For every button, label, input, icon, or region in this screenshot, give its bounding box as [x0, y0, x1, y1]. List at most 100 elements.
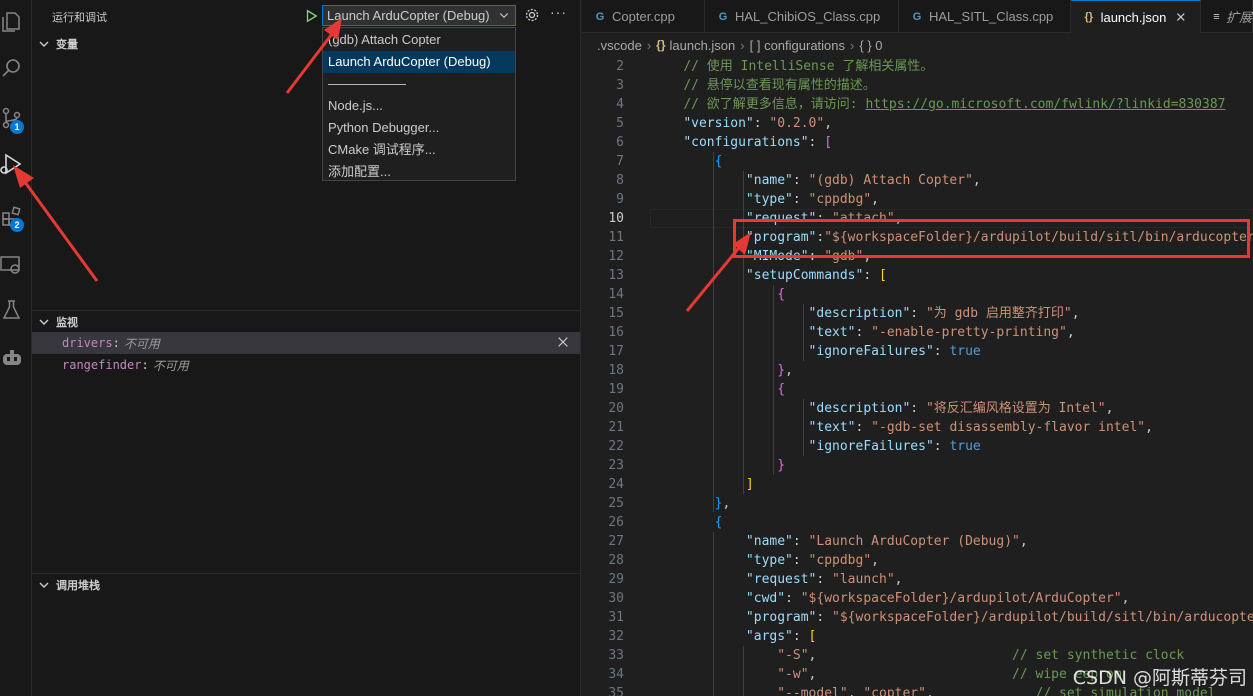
code-line: "-w", // wipe eeprom: [777, 667, 1122, 682]
code-line: "configurations": [: [683, 135, 833, 150]
close-icon[interactable]: [556, 335, 570, 349]
json-file-icon: {}: [656, 38, 666, 52]
line-number: 19: [608, 382, 624, 397]
line-number: 29: [608, 572, 624, 587]
more-actions-icon[interactable]: ···: [550, 4, 568, 22]
editor-tabs: G Copter.cpp G HAL_ChibiOS_Class.cpp G H…: [582, 0, 1253, 33]
watch-section-header[interactable]: 监视: [32, 310, 581, 332]
line-number: 24: [608, 477, 624, 492]
code-line: "ignoreFailures": true: [808, 344, 981, 359]
line-number: 2: [616, 59, 624, 74]
watch-item[interactable]: rangefinder: 不可用: [32, 354, 580, 376]
json-file-icon: {}: [1084, 11, 1094, 23]
code-line: // 使用 IntelliSense 了解相关属性。: [683, 59, 934, 74]
tab-label: Copter.cpp: [612, 9, 675, 24]
watch-expression: drivers: [62, 336, 113, 350]
line-number: 23: [608, 458, 624, 473]
extensions-tab-icon: ≡: [1213, 10, 1220, 23]
code-line: "setupCommands": [: [745, 268, 887, 283]
code-line: ]: [745, 477, 754, 492]
dropdown-item[interactable]: 添加配置...: [323, 161, 515, 183]
line-number: 14: [608, 287, 624, 302]
code-line: "name": "(gdb) Attach Copter",: [745, 173, 981, 188]
tab-extensions[interactable]: ≡ 扩展: [1201, 0, 1253, 33]
code-line: "request": "launch",: [745, 572, 903, 587]
launch-config-dropdown: (gdb) Attach Copter Launch ArduCopter (D…: [322, 27, 516, 181]
source-control-badge: 1: [10, 120, 24, 134]
dropdown-separator: ——————: [328, 76, 406, 91]
code-line: },: [714, 496, 731, 511]
annotation-highlight-box: [733, 219, 1250, 258]
code-line: },: [777, 363, 793, 378]
code-line: // 欲了解更多信息，请访问: https://go.microsoft.com…: [683, 97, 1226, 112]
dropdown-item[interactable]: Node.js...: [323, 95, 515, 117]
launch-config-value: Launch ArduCopter (Debug): [327, 8, 490, 23]
tab-launch-json[interactable]: {} launch.json: [1071, 0, 1201, 33]
code-line: "text": "-enable-pretty-printing",: [808, 325, 1075, 340]
cpp-file-icon: G: [912, 10, 922, 23]
explorer-icon[interactable]: [0, 2, 32, 42]
code-line: {: [714, 154, 723, 169]
code-line: "text": "-gdb-set disassembly-flavor int…: [808, 420, 1153, 435]
breadcrumb-item[interactable]: { } 0: [859, 38, 882, 53]
line-number: 31: [608, 610, 624, 625]
testing-icon[interactable]: [0, 290, 32, 330]
start-debugging-button[interactable]: [302, 6, 320, 26]
line-number: 28: [608, 553, 624, 568]
line-number: 26: [608, 515, 624, 530]
tab-copter-cpp[interactable]: G Copter.cpp: [582, 0, 705, 33]
dropdown-item[interactable]: CMake 调试程序...: [323, 139, 515, 161]
line-number: 13: [608, 268, 624, 283]
extensions-icon[interactable]: 2: [0, 196, 32, 236]
gear-icon[interactable]: [524, 7, 540, 23]
code-editor[interactable]: 2 // 使用 IntelliSense 了解相关属性。 3 // 悬停以查看现…: [582, 57, 1253, 696]
dropdown-item[interactable]: (gdb) Attach Copter: [323, 29, 515, 51]
breadcrumb-item[interactable]: launch.json: [670, 38, 736, 53]
tab-hal-chibios[interactable]: G HAL_ChibiOS_Class.cpp: [705, 0, 899, 33]
code-line: {: [777, 382, 786, 397]
callstack-section-label: 调用堆栈: [56, 579, 100, 592]
line-number: 9: [616, 192, 624, 207]
line-number: 6: [616, 135, 624, 150]
close-icon[interactable]: [1174, 10, 1188, 24]
tab-label: HAL_ChibiOS_Class.cpp: [735, 9, 881, 24]
sidebar-title: 运行和调试: [52, 12, 107, 24]
line-number: 10: [608, 211, 624, 226]
remote-explorer-icon[interactable]: [0, 244, 32, 284]
source-control-icon[interactable]: 1: [0, 98, 32, 138]
code-line: {: [777, 287, 786, 302]
watch-item[interactable]: drivers: 不可用: [32, 332, 580, 354]
line-number: 3: [616, 78, 624, 93]
search-icon[interactable]: [0, 48, 32, 88]
line-number: 5: [616, 116, 624, 131]
line-number: 16: [608, 325, 624, 340]
chevron-down-icon: [39, 582, 49, 588]
code-line: "args": [: [745, 629, 817, 644]
tab-hal-sitl[interactable]: G HAL_SITL_Class.cpp: [899, 0, 1071, 33]
line-number: 21: [608, 420, 624, 435]
extensions-badge: 2: [10, 218, 24, 232]
tab-label: 扩展: [1225, 10, 1252, 25]
code-line: // 悬停以查看现有属性的描述。: [683, 78, 876, 93]
code-line: "name": "Launch ArduCopter (Debug)",: [745, 534, 1028, 549]
launch-config-select[interactable]: Launch ArduCopter (Debug): [322, 5, 516, 26]
line-number: 25: [608, 496, 624, 511]
line-number: 15: [608, 306, 624, 321]
line-number: 17: [608, 344, 624, 359]
tab-label: HAL_SITL_Class.cpp: [929, 9, 1054, 24]
callstack-section-header[interactable]: 调用堆栈: [32, 573, 581, 595]
code-line: "program": "${workspaceFolder}/ardupilot…: [745, 610, 1253, 625]
line-number: 12: [608, 249, 624, 264]
watch-section-label: 监视: [56, 316, 78, 329]
code-line: "description": "将反汇编风格设置为 Intel",: [808, 401, 1114, 416]
breadcrumb-item[interactable]: .vscode: [597, 38, 642, 53]
dropdown-item-selected[interactable]: Launch ArduCopter (Debug): [323, 51, 515, 73]
line-number: 32: [608, 629, 624, 644]
breadcrumb-item[interactable]: [ ] configurations: [750, 38, 845, 53]
editor-area: G Copter.cpp G HAL_ChibiOS_Class.cpp G H…: [582, 0, 1253, 696]
copilot-icon[interactable]: [0, 338, 32, 378]
code-line: "description": "为 gdb 启用整齐打印",: [808, 306, 1080, 321]
run-debug-icon[interactable]: [0, 144, 32, 184]
watch-expression: rangefinder: [62, 358, 142, 372]
dropdown-item[interactable]: Python Debugger...: [323, 117, 515, 139]
